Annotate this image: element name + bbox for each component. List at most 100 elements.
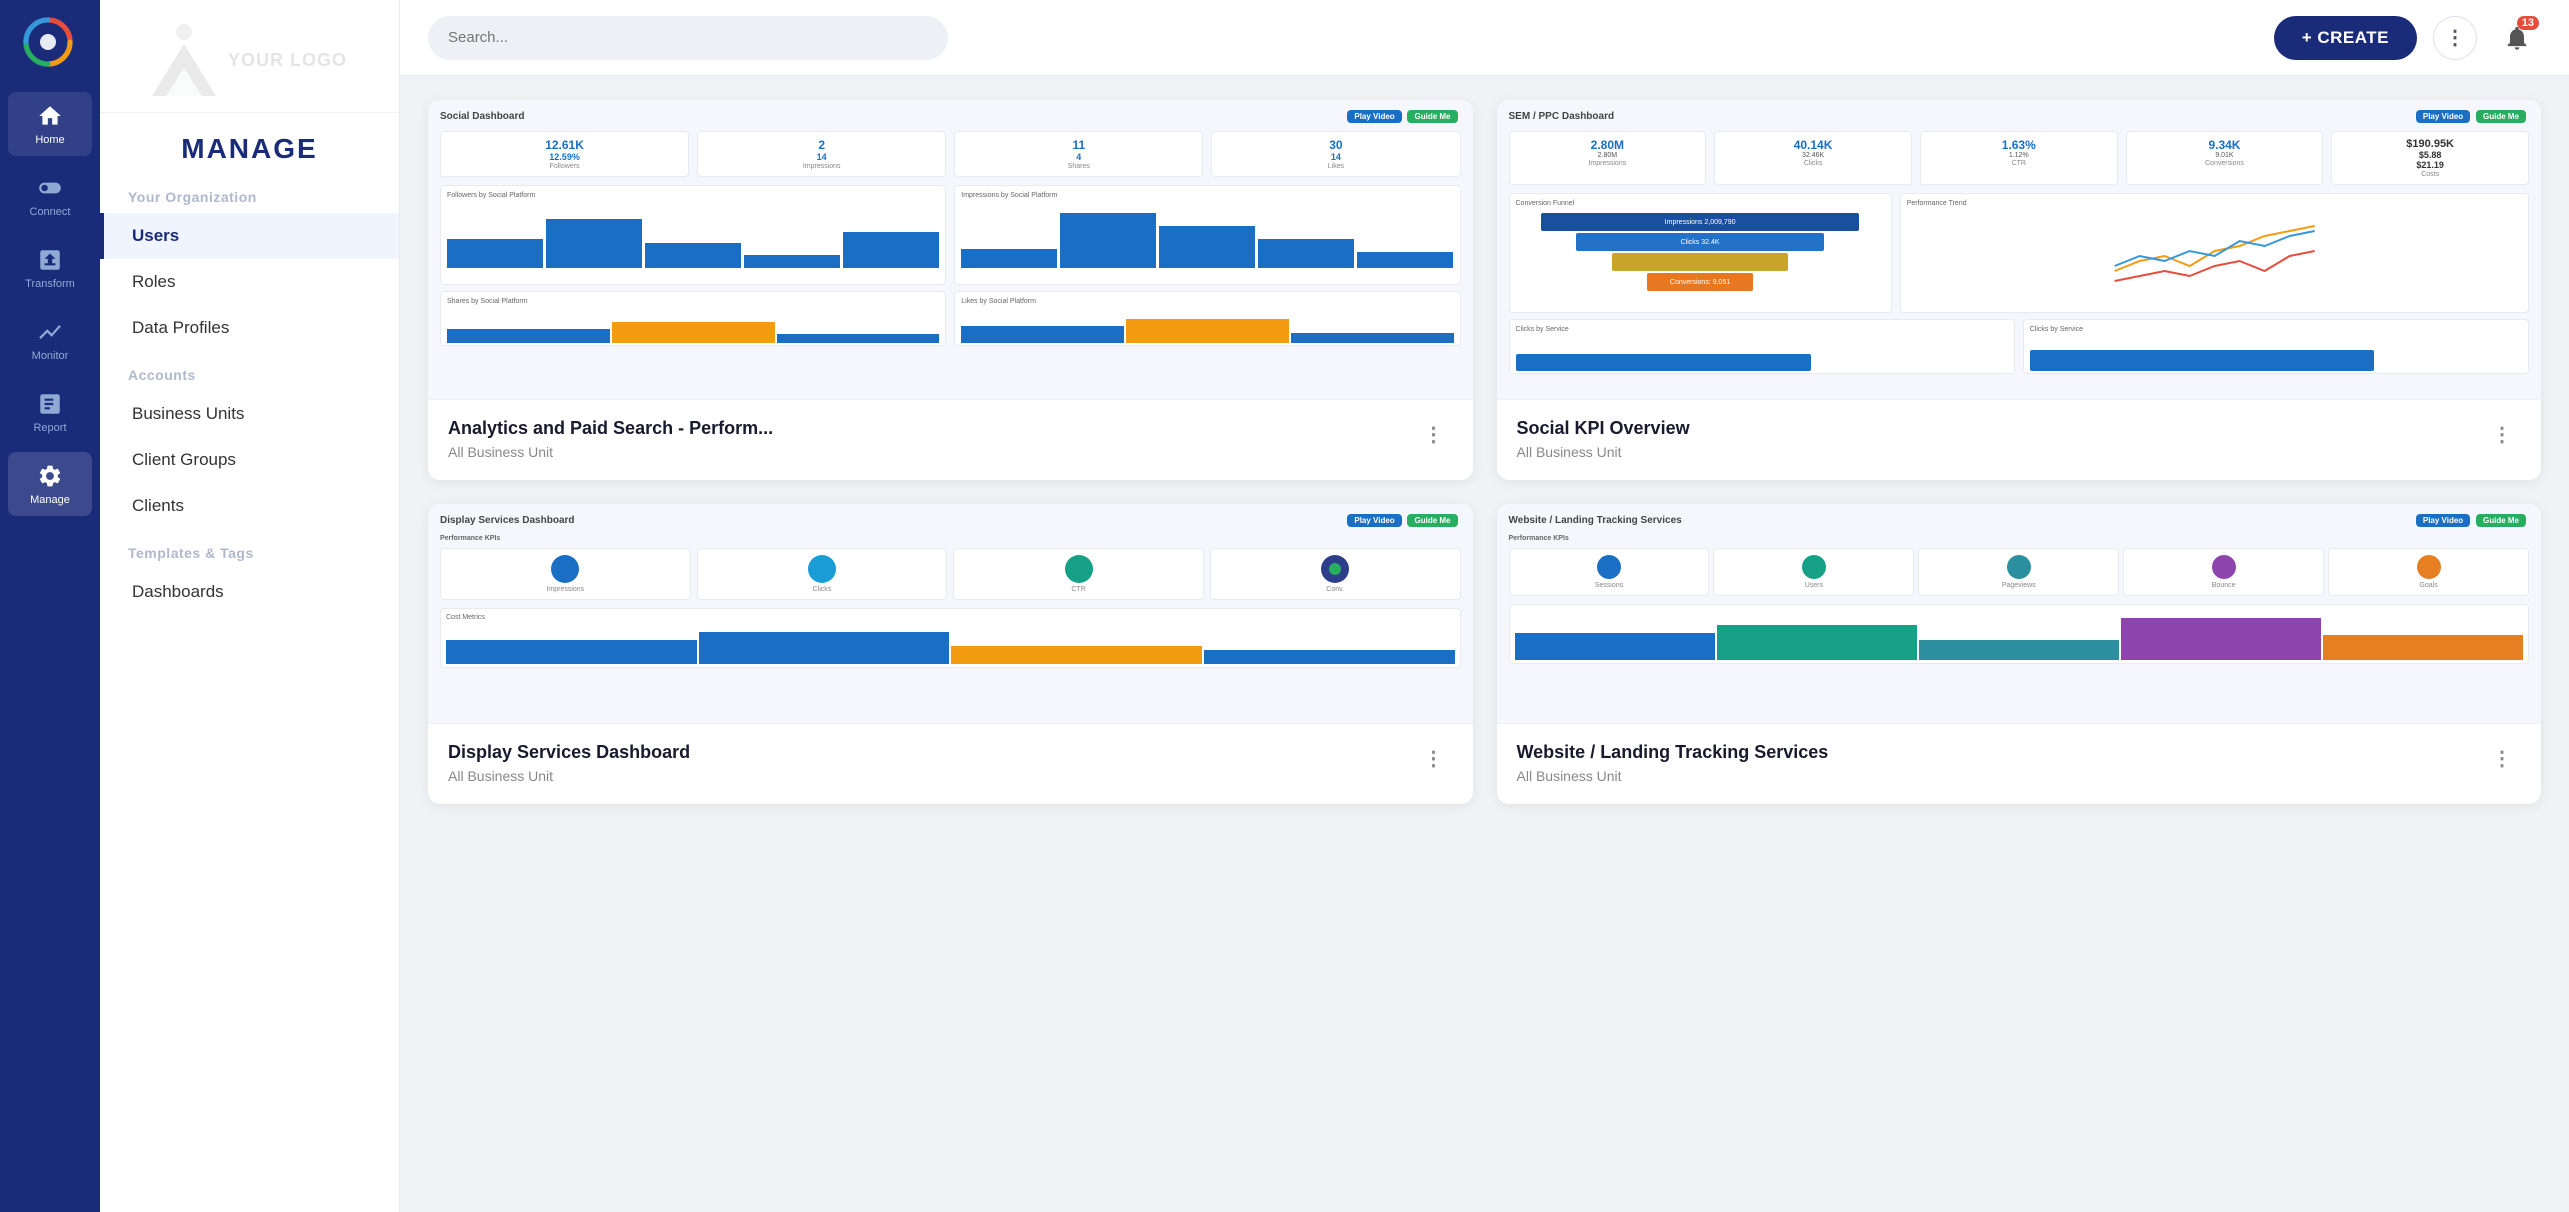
sidebar-item-home[interactable]: Home bbox=[8, 92, 92, 156]
web-circle-4 bbox=[2212, 555, 2236, 579]
notifications-button[interactable]: 13 bbox=[2493, 14, 2541, 62]
sem-label-costs: Costs bbox=[2340, 171, 2520, 178]
card-text-1: Social KPI Overview All Business Unit bbox=[1517, 418, 2473, 460]
badge-play-3: Play Video bbox=[2416, 514, 2470, 527]
card-title-1: Social KPI Overview bbox=[1517, 418, 2473, 439]
card-info-2: Display Services Dashboard All Business … bbox=[428, 724, 1473, 804]
mini-dash-title-3: Website / Landing Tracking Services bbox=[1509, 515, 1682, 526]
create-button[interactable]: + CREATE bbox=[2274, 16, 2417, 60]
card-more-button-1[interactable]: ⋮ bbox=[2484, 418, 2521, 451]
sidebar-item-users[interactable]: Users bbox=[100, 213, 399, 259]
display-circle-4 bbox=[1321, 555, 1349, 583]
display-cost-chart: Cost Metrics bbox=[440, 608, 1461, 668]
notification-badge: 13 bbox=[2517, 16, 2539, 30]
card-preview-3: Website / Landing Tracking Services Play… bbox=[1497, 504, 2542, 724]
display-label-2: Clicks bbox=[706, 586, 939, 593]
sem-label-conv: Conversions bbox=[2135, 160, 2315, 167]
card-text-2: Display Services Dashboard All Business … bbox=[448, 742, 1404, 784]
mini-metric-likes: 30 14 Likes bbox=[1211, 131, 1460, 177]
logo-circle bbox=[176, 24, 192, 40]
sidebar-item-clients[interactable]: Clients bbox=[100, 483, 399, 529]
card-subtitle-1: All Business Unit bbox=[1517, 444, 2473, 460]
card-more-button-3[interactable]: ⋮ bbox=[2484, 742, 2521, 775]
sidebar-item-report[interactable]: Report bbox=[8, 380, 92, 444]
badge-guide-3: Guide Me bbox=[2476, 514, 2526, 527]
dcbar-4 bbox=[1204, 650, 1455, 664]
web-metric-1: Sessions bbox=[1509, 548, 1710, 596]
sidebar-item-monitor[interactable]: Monitor bbox=[8, 308, 92, 372]
mini-dashboard-2: Display Services Dashboard Play Video Gu… bbox=[428, 504, 1473, 723]
card-subtitle-3: All Business Unit bbox=[1517, 768, 2473, 784]
sidebar-item-roles[interactable]: Roles bbox=[100, 259, 399, 305]
mini-metric-followers: 12.61K 12.59% Followers bbox=[440, 131, 689, 177]
sem-val-conv: 9.34K bbox=[2135, 138, 2315, 152]
sidebar-item-client-groups[interactable]: Client Groups bbox=[100, 437, 399, 483]
sidebar-item-manage[interactable]: Manage bbox=[8, 452, 92, 516]
display-metric-3: CTR bbox=[953, 548, 1204, 600]
mini-impressions-chart: Impressions by Social Platform bbox=[954, 185, 1460, 285]
card-more-button-2[interactable]: ⋮ bbox=[1416, 742, 1453, 775]
dashboard-card-3[interactable]: Website / Landing Tracking Services Play… bbox=[1497, 504, 2542, 804]
wb-4 bbox=[2121, 618, 2321, 661]
display-metric-row: Impressions Clicks CTR bbox=[440, 548, 1461, 600]
web-circle-1 bbox=[1597, 555, 1621, 579]
dashboard-card-1[interactable]: SEM / PPC Dashboard Play Video Guide Me … bbox=[1497, 100, 2542, 480]
sem-charts-row: Conversion Funnel Impressions 2,009,790 … bbox=[1509, 193, 2530, 313]
sidebar-item-business-units[interactable]: Business Units bbox=[100, 391, 399, 437]
metric-label-followers: Followers bbox=[449, 163, 680, 170]
home-label: Home bbox=[35, 134, 64, 146]
sem-label-imp: Impressions bbox=[1518, 160, 1698, 167]
sidebar-item-data-profiles[interactable]: Data Profiles bbox=[100, 305, 399, 351]
funnel-ctr bbox=[1612, 253, 1789, 271]
dashboard-grid: Social Dashboard Play Video Guide Me 12.… bbox=[400, 76, 2569, 1212]
sem-sub-conv: 9.01K bbox=[2135, 152, 2315, 159]
web-kpi-label: Performance KPIs bbox=[1509, 535, 2530, 542]
mini-metric-impressions: 2 14 Impressions bbox=[697, 131, 946, 177]
metric-pct-likes: 14 bbox=[1220, 152, 1451, 162]
mini-dashboard-3: Website / Landing Tracking Services Play… bbox=[1497, 504, 2542, 723]
sidebar-item-dashboards[interactable]: Dashboards bbox=[100, 569, 399, 615]
search-input[interactable] bbox=[428, 16, 948, 60]
web-metric-4: Bounce bbox=[2123, 548, 2324, 596]
display-label-1: Impressions bbox=[449, 586, 682, 593]
sbar-2 bbox=[612, 322, 775, 343]
funnel-visual: Impressions 2,009,790 Clicks 32.4K Conve… bbox=[1516, 211, 1885, 293]
wb-1 bbox=[1515, 633, 1715, 661]
sidebar-item-transform[interactable]: Transform bbox=[8, 236, 92, 300]
bar-imp-5 bbox=[1357, 252, 1453, 268]
mini-shares-bars bbox=[447, 308, 939, 343]
mini-likes-chart: Likes by Social Platform bbox=[954, 291, 1460, 346]
home-icon bbox=[36, 102, 64, 130]
sbar-1 bbox=[447, 329, 610, 343]
dashboard-card-0[interactable]: Social Dashboard Play Video Guide Me 12.… bbox=[428, 100, 1473, 480]
card-info-0: Analytics and Paid Search - Perform... A… bbox=[428, 400, 1473, 480]
card-title-0: Analytics and Paid Search - Perform... bbox=[448, 418, 1404, 439]
manage-icon bbox=[36, 462, 64, 490]
mini-dash-badges-1: Play Video Guide Me bbox=[2416, 110, 2529, 123]
dashboard-card-2[interactable]: Display Services Dashboard Play Video Gu… bbox=[428, 504, 1473, 804]
sem-bottom-row: Clicks by Service Clicks by Service bbox=[1509, 319, 2530, 374]
sem-trend-chart: Performance Trend bbox=[1900, 193, 2529, 313]
manage-label: Manage bbox=[30, 494, 70, 506]
display-kpi-label: Performance KPIs bbox=[440, 535, 1461, 542]
card-more-button-0[interactable]: ⋮ bbox=[1416, 418, 1453, 451]
display-cost-row: Cost Metrics bbox=[440, 608, 1461, 668]
sem-metric-conv: 9.34K 9.01K Conversions bbox=[2126, 131, 2324, 185]
mini-dash-header-2: Display Services Dashboard Play Video Gu… bbox=[440, 514, 1461, 527]
badge-guide-1: Guide Me bbox=[2476, 110, 2526, 123]
lbar-2 bbox=[1126, 319, 1289, 344]
logo-text: YOUR LOGO bbox=[228, 50, 347, 71]
mini-dash-header-3: Website / Landing Tracking Services Play… bbox=[1509, 514, 2530, 527]
bar-fb bbox=[447, 239, 543, 268]
mini-dash-badges-0: Play Video Guide Me bbox=[1347, 110, 1460, 123]
app-logo[interactable] bbox=[22, 16, 78, 72]
card-subtitle-0: All Business Unit bbox=[448, 444, 1404, 460]
more-options-button[interactable]: ⋮ bbox=[2433, 16, 2477, 60]
web-label-1: Sessions bbox=[1518, 582, 1701, 589]
topbar: + CREATE ⋮ 13 bbox=[400, 0, 2569, 76]
sidebar-item-connect[interactable]: Connect bbox=[8, 164, 92, 228]
mini-chart-row-0: Followers by Social Platform Impressions… bbox=[440, 185, 1461, 285]
metric-val-followers: 12.61K bbox=[449, 138, 680, 152]
transform-icon bbox=[36, 246, 64, 274]
connect-label: Connect bbox=[30, 206, 71, 218]
